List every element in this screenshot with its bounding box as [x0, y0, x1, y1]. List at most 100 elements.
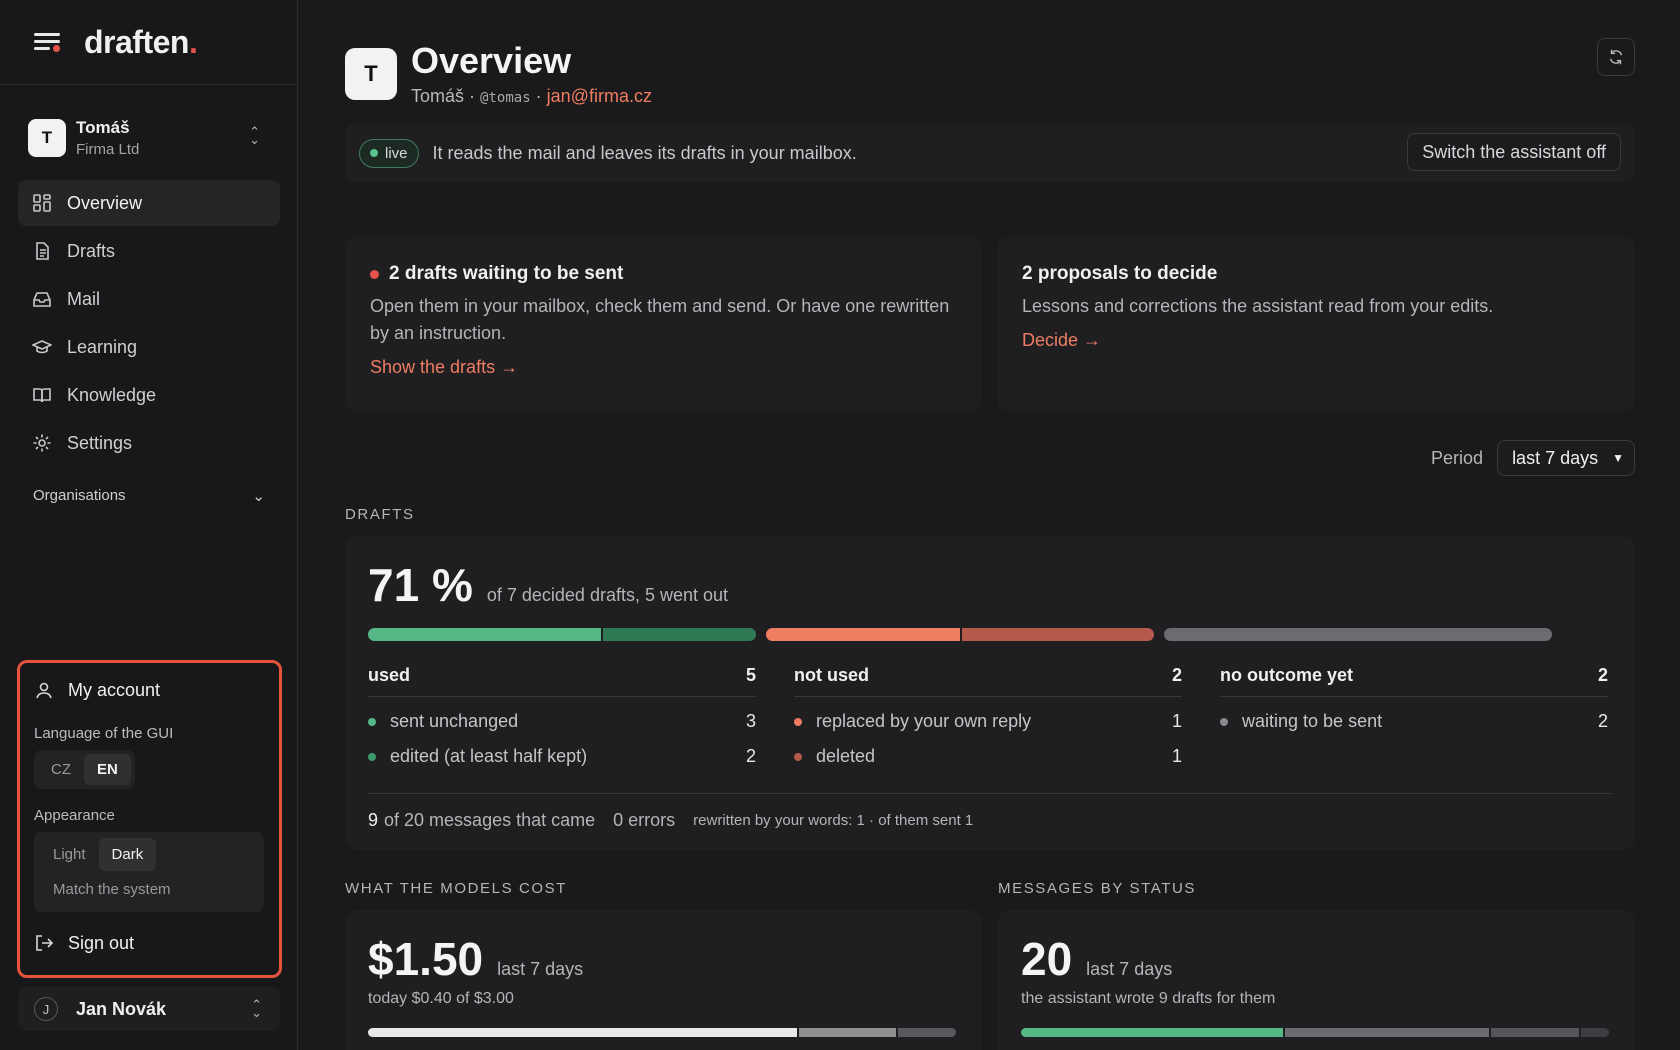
nav-label: Knowledge	[67, 384, 157, 405]
messages-count-big: 20	[1021, 933, 1073, 985]
my-account-label: My account	[68, 679, 161, 700]
outcome-bar-group	[766, 628, 1154, 641]
cost-bar	[368, 1028, 956, 1037]
profile-name: Tomáš	[411, 86, 465, 106]
status-dot-icon	[794, 717, 802, 726]
proposals-text: Lessons and corrections the assistant re…	[1022, 296, 1494, 316]
nav-item-mail[interactable]: Mail	[18, 276, 280, 322]
appearance-dark-button[interactable]: Dark	[98, 838, 157, 871]
nav-item-overview[interactable]: Overview	[18, 180, 280, 226]
breakdown-row: sent unchanged 3	[368, 711, 756, 732]
org-avatar: T	[28, 119, 66, 157]
cost-section-label: WHAT THE MODELS COST	[345, 880, 981, 897]
outcome-bar-segment	[600, 628, 756, 641]
chevron-down-icon: ⌄	[252, 488, 265, 505]
appearance-system-button[interactable]: Match the system	[40, 871, 258, 902]
cost-card: $1.50 last 7 days today $0.40 of $3.00	[345, 910, 981, 1050]
chevron-down-icon: ▼	[1612, 451, 1624, 465]
org-switcher[interactable]: T Tomáš Firma Ltd ⌃ ⌄	[20, 108, 278, 168]
status-dot-icon	[794, 752, 802, 761]
used-summary: of 7 decided drafts, 5 went out	[486, 585, 729, 605]
messages-count: 9	[368, 810, 379, 830]
nav-label: Drafts	[67, 240, 116, 261]
messages-card: 20 last 7 days the assistant wrote 9 dra…	[998, 910, 1635, 1050]
sign-out-label: Sign out	[68, 932, 135, 953]
proposals-title: 2 proposals to decide	[1022, 263, 1218, 284]
status-dot-icon	[368, 717, 376, 726]
user-menu-button[interactable]: J Jan Novák ⌃ ⌄	[18, 987, 280, 1031]
page-title: Overview	[411, 40, 572, 81]
outcome-bar-segment	[960, 628, 1154, 641]
logout-icon	[36, 935, 54, 951]
separator: ·	[535, 86, 542, 106]
status-bar-segment	[1581, 1028, 1609, 1037]
lang-cz-button[interactable]: CZ	[38, 754, 84, 785]
status-text: It reads the mail and leaves its drafts …	[432, 142, 857, 163]
org-name: Tomáš	[76, 118, 130, 137]
nav-item-drafts[interactable]: Drafts	[18, 228, 280, 274]
decide-link[interactable]: Decide →	[1022, 330, 1610, 351]
live-badge: live	[359, 138, 419, 168]
breakdown-row: deleted 1	[794, 746, 1182, 767]
drafts-outcome-bar	[368, 628, 1612, 641]
row-label: waiting to be sent	[1242, 711, 1383, 731]
user-icon	[36, 682, 52, 699]
menu-icon[interactable]	[34, 31, 60, 53]
status-dot-icon	[368, 752, 376, 761]
breakdown-column: no outcome yet 2 waiting to be sent 2	[1220, 665, 1608, 767]
document-icon	[36, 242, 49, 260]
show-drafts-link[interactable]: Show the drafts →	[370, 357, 956, 378]
breakdown-row: replaced by your own reply 1	[794, 711, 1182, 732]
sidebar: draften. T Tomáš Firma Ltd ⌃ ⌄ Overview D…	[0, 0, 298, 1050]
column-header: no outcome yet 2	[1220, 665, 1608, 697]
refresh-icon	[1609, 49, 1623, 65]
drafts-breakdown: used 5 sent unchanged 3 edited (at least hal…	[368, 665, 1612, 767]
breakdown-row: edited (at least half kept) 2	[368, 746, 756, 767]
appearance-light-button[interactable]: Light	[40, 838, 99, 871]
status-bar-segment	[1491, 1028, 1579, 1037]
column-title: not used	[794, 665, 869, 685]
outcome-bar-group	[368, 628, 756, 641]
logo-bar: draften.	[0, 0, 297, 85]
nav-item-knowledge[interactable]: Knowledge	[18, 372, 280, 418]
nav-label: Learning	[67, 336, 138, 357]
proposals-card: 2 proposals to decide Lessons and correc…	[997, 237, 1635, 411]
column-header: not used 2	[794, 665, 1182, 697]
account-menu: My account Language of the GUI CZ EN App…	[17, 660, 282, 978]
lang-en-button[interactable]: EN	[84, 754, 131, 785]
column-total: 5	[745, 665, 756, 685]
cost-today: today $0.40 of $3.00	[368, 990, 514, 1007]
messages-period: last 7 days	[1086, 959, 1173, 979]
graduation-cap-icon	[32, 340, 52, 354]
logo[interactable]: draften.	[84, 24, 198, 61]
refresh-button[interactable]	[1597, 38, 1635, 76]
outcome-bar-segment	[368, 628, 601, 641]
cost-period: last 7 days	[497, 959, 584, 979]
messages-count-text: of 20 messages that came	[384, 810, 596, 830]
switch-assistant-off-button[interactable]: Switch the assistant off	[1407, 133, 1621, 171]
messages-section-label: MESSAGES BY STATUS	[998, 880, 1635, 897]
organisations-toggle[interactable]: Organisations ⌄	[33, 487, 265, 505]
nav-label: Overview	[67, 192, 143, 213]
row-label: deleted	[816, 746, 876, 766]
column-title: no outcome yet	[1220, 665, 1354, 685]
sign-out-button[interactable]: Sign out	[34, 926, 265, 960]
breakdown-column: used 5 sent unchanged 3 edited (at least hal…	[368, 665, 756, 767]
user-avatar: J	[34, 997, 58, 1021]
status-bar-segment	[1285, 1028, 1489, 1037]
profile-email[interactable]: jan@firma.cz	[547, 86, 652, 106]
period-select[interactable]: last 7 days ▼	[1497, 440, 1635, 476]
drafts-section-label: DRAFTS	[345, 506, 1635, 523]
nav-item-settings[interactable]: Settings	[18, 420, 280, 466]
used-percent: 71 %	[368, 559, 473, 611]
nav-item-learning[interactable]: Learning	[18, 324, 280, 370]
my-account-link[interactable]: My account	[34, 673, 265, 707]
row-label: sent unchanged	[390, 711, 519, 731]
cost-bar-segment	[898, 1028, 956, 1037]
organisations-label: Organisations	[33, 487, 126, 504]
row-value: 1	[1171, 746, 1182, 766]
row-value: 3	[745, 711, 756, 731]
column-header: used 5	[368, 665, 756, 697]
messages-sub: the assistant wrote 9 drafts for them	[1021, 990, 1276, 1007]
cost-bar-segment	[368, 1028, 797, 1037]
